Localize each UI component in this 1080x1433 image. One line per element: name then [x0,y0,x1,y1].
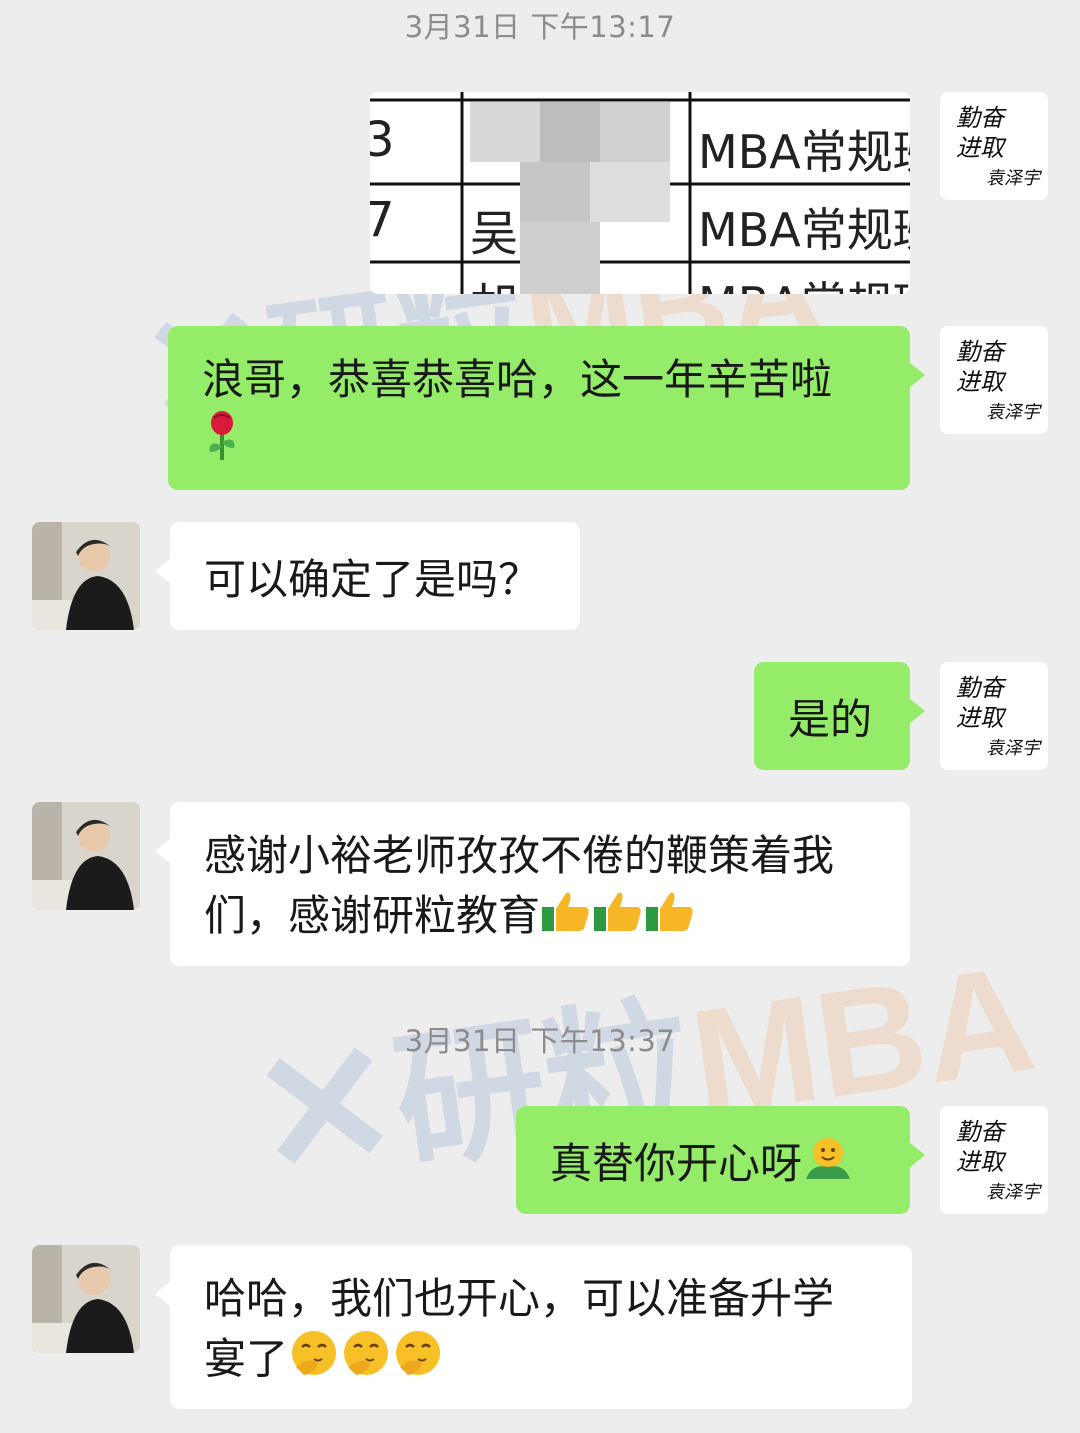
cell-label: MBA常规班 [698,203,910,257]
avatar-signature: 袁泽宇 [986,1182,1040,1203]
avatar-text: 进取 [956,368,1004,396]
chat-view[interactable]: ✕研粒MBA ✕研粒MBA 3月31日 下午13:17 3 7 吴 胡 MBA常… [0,0,1080,1433]
avatar[interactable]: 勤奋 进取 袁泽宇 [940,1106,1048,1214]
message-text: 哈哈，我们也开心，可以准备升学 [204,1274,835,1323]
thumbs-up-emoji [592,889,644,949]
avatar-signature: 袁泽宇 [986,738,1040,759]
hug-face-emoji [802,1135,854,1199]
rose-emoji [202,410,242,478]
thinking-face-emoji [392,1329,444,1395]
message-bubble-self[interactable]: 是的 [754,662,925,770]
avatar-text: 进取 [956,134,1004,162]
cell-label: 吴 [470,206,519,262]
cell-label: MBA常规班 [698,268,910,294]
timestamp: 3月31日 下午13:37 [404,1024,676,1058]
avatar-signature: 袁泽宇 [986,168,1040,189]
message-bubble-peer[interactable]: 哈哈，我们也开心，可以准备升学 宴了 [155,1245,912,1409]
message-text: 浪哥，恭喜恭喜哈，这一年辛苦啦 [202,355,833,404]
avatar[interactable] [32,1245,140,1353]
avatar[interactable]: 勤奋 进取 袁泽宇 [940,326,1048,434]
avatar-signature: 袁泽宇 [986,402,1040,423]
thumbs-up-emoji [540,889,592,949]
message-bubble-peer[interactable]: 可以确定了是吗？ [155,522,580,630]
message-bubble-self[interactable]: 真替你开心呀 [516,1106,925,1214]
cell-label: MBA常规班 [698,125,910,179]
cell-label: 3 [370,112,395,168]
message-text: 感谢小裕老师孜孜不倦的鞭策着我 [204,831,835,880]
image-message[interactable]: 3 7 吴 胡 MBA常规班 MBA常规班 MBA常规班 [370,92,910,294]
message-bubble-peer[interactable]: 感谢小裕老师孜孜不倦的鞭策着我 们，感谢研粒教育 [155,802,910,966]
message-bubble-self[interactable]: 浪哥，恭喜恭喜哈，这一年辛苦啦 [168,326,925,490]
cell-label: 7 [370,192,395,248]
avatar-text: 进取 [956,704,1004,732]
avatar[interactable]: 勤奋 进取 袁泽宇 [940,92,1048,200]
thinking-face-emoji [340,1329,392,1395]
person-photo [32,1245,140,1353]
person-photo [32,802,140,910]
person-photo [32,522,140,630]
avatar-text: 进取 [956,1148,1004,1176]
cell-label: 胡 [470,267,518,294]
message-text: 可以确定了是吗？ [204,555,541,604]
timestamp: 3月31日 下午13:17 [404,10,676,44]
message-text: 是的 [788,695,873,744]
thinking-face-emoji [288,1329,340,1395]
thumbs-up-emoji [644,889,696,949]
avatar[interactable] [32,522,140,630]
message-text: 真替你开心呀 [550,1139,803,1188]
message-text: 们，感谢研粒教育 [204,891,541,940]
message-text: 宴了 [204,1334,289,1384]
avatar[interactable]: 勤奋 进取 袁泽宇 [940,662,1048,770]
avatar[interactable] [32,802,140,910]
